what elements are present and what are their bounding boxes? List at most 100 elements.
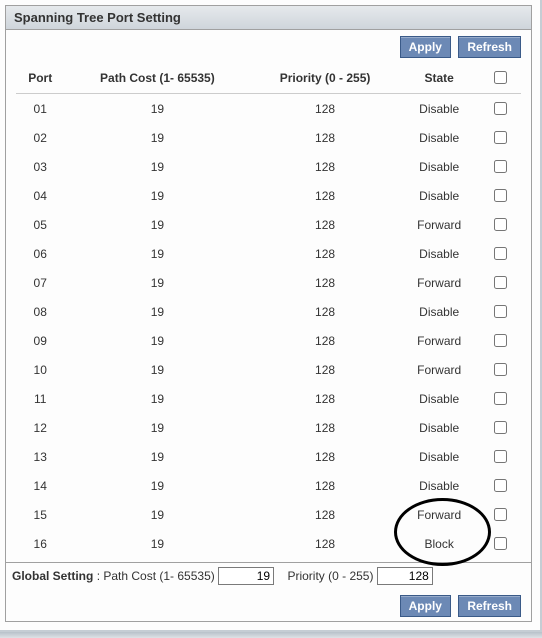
row-checkbox[interactable] xyxy=(494,479,507,492)
table-row: 0419128Disable xyxy=(16,181,521,210)
port-table: Port Path Cost (1- 65535) Priority (0 - … xyxy=(16,62,521,558)
global-priority-input[interactable] xyxy=(377,567,433,585)
cell-state: Forward xyxy=(400,268,479,297)
cell-pathcost: 19 xyxy=(64,123,250,152)
row-checkbox[interactable] xyxy=(494,363,507,376)
table-row: 0319128Disable xyxy=(16,152,521,181)
cell-priority: 128 xyxy=(250,123,399,152)
row-checkbox[interactable] xyxy=(494,334,507,347)
cell-port: 07 xyxy=(16,268,64,297)
cell-port: 11 xyxy=(16,384,64,413)
cell-priority: 128 xyxy=(250,268,399,297)
cell-priority: 128 xyxy=(250,94,399,124)
cell-priority: 128 xyxy=(250,413,399,442)
spanning-tree-panel: Spanning Tree Port Setting Apply Refresh… xyxy=(5,5,532,622)
col-state: State xyxy=(400,62,479,94)
row-checkbox[interactable] xyxy=(494,508,507,521)
global-priority-label: Priority (0 - 255) xyxy=(287,569,373,583)
table-row: 0119128Disable xyxy=(16,94,521,124)
cell-priority: 128 xyxy=(250,384,399,413)
cell-checkbox xyxy=(479,413,521,442)
cell-checkbox xyxy=(479,210,521,239)
cell-priority: 128 xyxy=(250,210,399,239)
cell-checkbox xyxy=(479,529,521,558)
table-row: 1619128Block xyxy=(16,529,521,558)
row-checkbox[interactable] xyxy=(494,276,507,289)
global-pathcost-label: Path Cost (1- 65535) xyxy=(103,569,214,583)
table-row: 0719128Forward xyxy=(16,268,521,297)
cell-port: 10 xyxy=(16,355,64,384)
cell-pathcost: 19 xyxy=(64,152,250,181)
select-all-checkbox[interactable] xyxy=(494,71,507,84)
cell-checkbox xyxy=(479,181,521,210)
cell-port: 12 xyxy=(16,413,64,442)
cell-state: Disable xyxy=(400,413,479,442)
row-checkbox[interactable] xyxy=(494,189,507,202)
cell-pathcost: 19 xyxy=(64,297,250,326)
refresh-button-bottom[interactable]: Refresh xyxy=(458,595,521,617)
col-checkbox xyxy=(479,62,521,94)
table-row: 1419128Disable xyxy=(16,471,521,500)
cell-state: Disable xyxy=(400,442,479,471)
row-checkbox[interactable] xyxy=(494,392,507,405)
cell-pathcost: 19 xyxy=(64,239,250,268)
cell-port: 01 xyxy=(16,94,64,124)
cell-port: 04 xyxy=(16,181,64,210)
col-pathcost: Path Cost (1- 65535) xyxy=(64,62,250,94)
table-row: 1319128Disable xyxy=(16,442,521,471)
table-row: 1219128Disable xyxy=(16,413,521,442)
cell-state: Disable xyxy=(400,297,479,326)
cell-priority: 128 xyxy=(250,326,399,355)
cell-priority: 128 xyxy=(250,471,399,500)
cell-checkbox xyxy=(479,471,521,500)
row-checkbox[interactable] xyxy=(494,450,507,463)
cell-checkbox xyxy=(479,442,521,471)
row-checkbox[interactable] xyxy=(494,218,507,231)
apply-button-bottom[interactable]: Apply xyxy=(400,595,451,617)
cell-state: Forward xyxy=(400,210,479,239)
col-priority: Priority (0 - 255) xyxy=(250,62,399,94)
refresh-button-top[interactable]: Refresh xyxy=(458,36,521,58)
cell-checkbox xyxy=(479,500,521,529)
cell-port: 05 xyxy=(16,210,64,239)
cell-state: Disable xyxy=(400,123,479,152)
row-checkbox[interactable] xyxy=(494,421,507,434)
cell-priority: 128 xyxy=(250,239,399,268)
row-checkbox[interactable] xyxy=(494,160,507,173)
cell-state: Disable xyxy=(400,239,479,268)
cell-state: Forward xyxy=(400,355,479,384)
cell-pathcost: 19 xyxy=(64,94,250,124)
cell-port: 08 xyxy=(16,297,64,326)
apply-button-top[interactable]: Apply xyxy=(400,36,451,58)
cell-pathcost: 19 xyxy=(64,181,250,210)
cell-port: 14 xyxy=(16,471,64,500)
cell-port: 09 xyxy=(16,326,64,355)
row-checkbox[interactable] xyxy=(494,247,507,260)
cell-checkbox xyxy=(479,239,521,268)
row-checkbox[interactable] xyxy=(494,102,507,115)
cell-port: 02 xyxy=(16,123,64,152)
row-checkbox[interactable] xyxy=(494,305,507,318)
row-checkbox[interactable] xyxy=(494,537,507,550)
cell-priority: 128 xyxy=(250,152,399,181)
cell-pathcost: 19 xyxy=(64,210,250,239)
cell-checkbox xyxy=(479,268,521,297)
cell-state: Disable xyxy=(400,384,479,413)
global-pathcost-input[interactable] xyxy=(218,567,274,585)
bottom-button-row: Apply Refresh xyxy=(6,589,531,621)
cell-state: Disable xyxy=(400,181,479,210)
top-button-row: Apply Refresh xyxy=(6,30,531,62)
cell-priority: 128 xyxy=(250,355,399,384)
cell-port: 06 xyxy=(16,239,64,268)
cell-state: Disable xyxy=(400,152,479,181)
cell-pathcost: 19 xyxy=(64,268,250,297)
table-row: 0819128Disable xyxy=(16,297,521,326)
cell-state: Block xyxy=(400,529,479,558)
cell-port: 13 xyxy=(16,442,64,471)
global-setting-row: Global Setting : Path Cost (1- 65535) Pr… xyxy=(6,562,531,589)
panel-title: Spanning Tree Port Setting xyxy=(6,6,531,30)
cell-checkbox xyxy=(479,94,521,124)
cell-state: Disable xyxy=(400,471,479,500)
table-row: 0919128Forward xyxy=(16,326,521,355)
row-checkbox[interactable] xyxy=(494,131,507,144)
